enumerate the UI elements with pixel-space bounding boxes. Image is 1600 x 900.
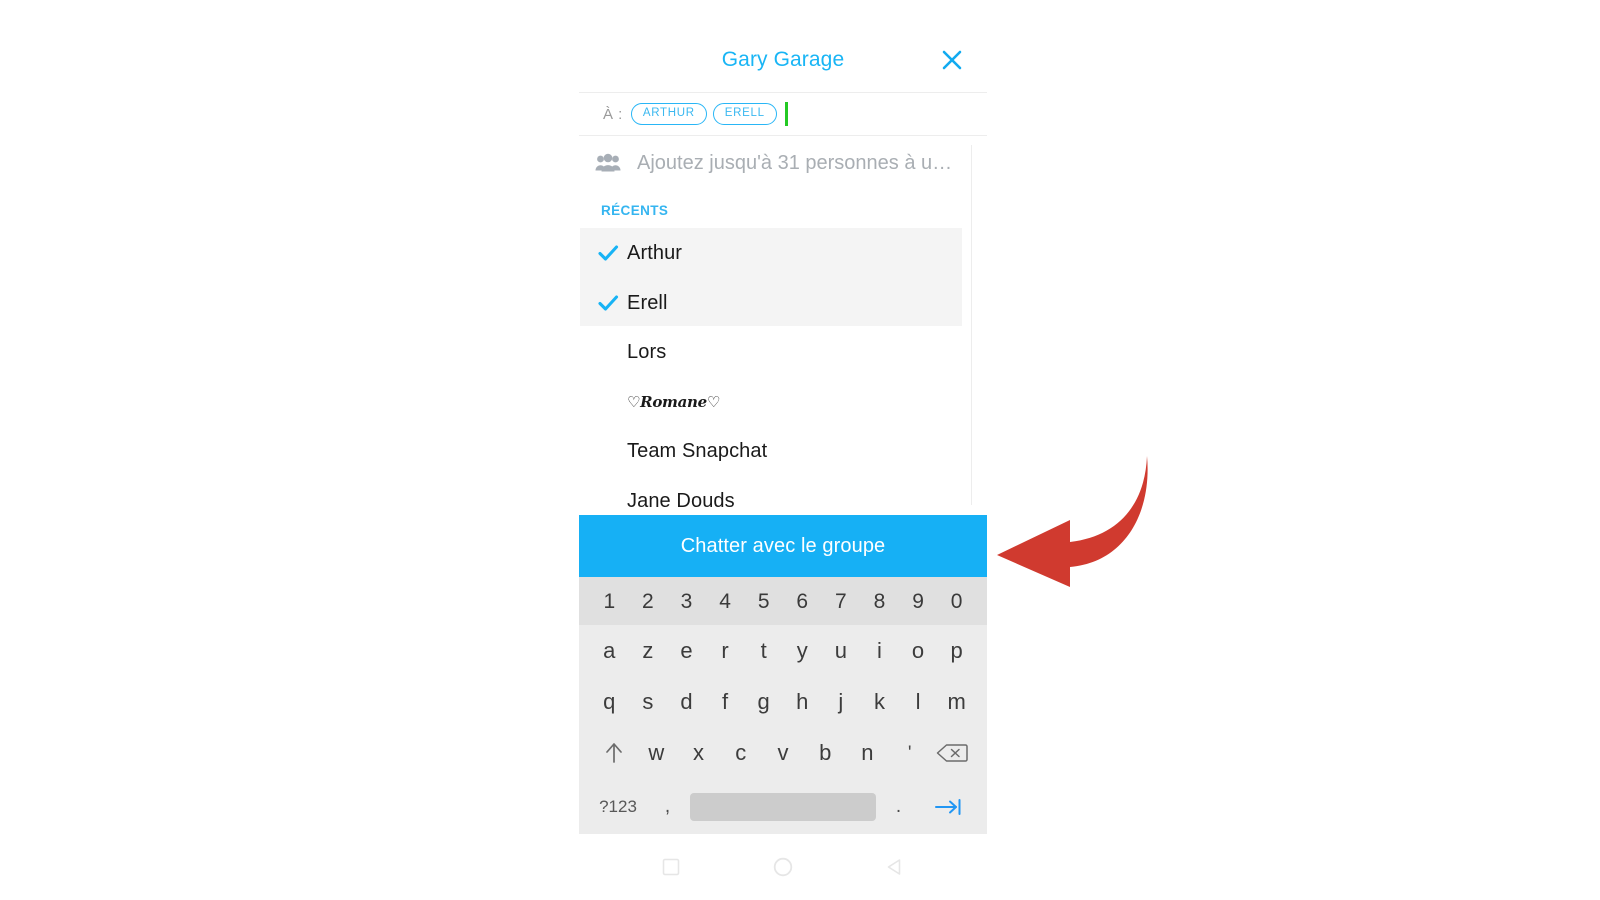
key-x[interactable]: x bbox=[677, 742, 719, 764]
key-comma[interactable]: , bbox=[647, 797, 689, 816]
key-9[interactable]: 9 bbox=[899, 591, 938, 612]
key-k[interactable]: k bbox=[860, 690, 899, 713]
shift-up-arrow-icon[interactable] bbox=[593, 741, 635, 765]
group-people-icon bbox=[595, 153, 621, 173]
recents-list: Arthur Erell Lors ♡Romane♡ Team Snapchat… bbox=[579, 228, 987, 518]
recipients-field[interactable]: À : ARTHUR ERELL bbox=[579, 92, 987, 136]
backspace-delete-icon[interactable] bbox=[931, 742, 973, 764]
on-screen-keyboard: 1 2 3 4 5 6 7 8 9 0 a z e r t y u i o p … bbox=[579, 577, 987, 834]
list-item-jane-douds[interactable]: Jane Douds bbox=[579, 476, 987, 518]
list-scrollbar[interactable] bbox=[971, 145, 972, 505]
chat-with-group-button[interactable]: Chatter avec le groupe bbox=[579, 515, 987, 577]
red-curved-left-arrow bbox=[992, 448, 1152, 588]
key-4[interactable]: 4 bbox=[706, 591, 745, 612]
key-p[interactable]: p bbox=[937, 639, 976, 662]
list-item-label: Erell bbox=[627, 291, 668, 314]
key-n[interactable]: n bbox=[846, 742, 888, 764]
keyboard-bottom-row: ?123 , . bbox=[579, 779, 987, 834]
key-m[interactable]: m bbox=[937, 690, 976, 713]
recipient-chip-erell[interactable]: ERELL bbox=[712, 102, 777, 126]
key-d[interactable]: d bbox=[667, 690, 706, 713]
key-3[interactable]: 3 bbox=[667, 591, 706, 612]
list-item-erell[interactable]: Erell bbox=[579, 278, 987, 328]
tab-enter-arrow-icon[interactable] bbox=[921, 796, 975, 818]
phone-screen: Gary Garage À : ARTHUR ERELL Ajoutez jus… bbox=[579, 0, 987, 900]
key-2[interactable]: 2 bbox=[629, 591, 668, 612]
key-q[interactable]: q bbox=[590, 690, 629, 713]
list-item-team-snapchat[interactable]: Team Snapchat bbox=[579, 426, 987, 476]
circle-home-icon[interactable] bbox=[770, 854, 796, 880]
keyboard-row-3: w x c v b n ' bbox=[579, 727, 987, 779]
list-item-label: Lors bbox=[627, 340, 667, 363]
keyboard-number-row: 1 2 3 4 5 6 7 8 9 0 bbox=[579, 577, 987, 625]
list-item-arthur[interactable]: Arthur bbox=[579, 228, 987, 278]
page-title: Gary Garage bbox=[721, 48, 845, 71]
add-people-hint-text: Ajoutez jusqu'à 31 personnes à u… bbox=[637, 151, 953, 174]
key-v[interactable]: v bbox=[762, 742, 804, 764]
key-l[interactable]: l bbox=[899, 690, 938, 713]
list-item-romane[interactable]: ♡Romane♡ bbox=[579, 377, 987, 427]
square-recents-icon[interactable] bbox=[658, 854, 684, 880]
key-y[interactable]: y bbox=[783, 639, 822, 662]
key-e[interactable]: e bbox=[667, 639, 706, 662]
key-t[interactable]: t bbox=[744, 639, 783, 662]
add-people-hint-row[interactable]: Ajoutez jusqu'à 31 personnes à u… bbox=[579, 137, 987, 189]
key-period[interactable]: . bbox=[878, 797, 920, 816]
close-x-icon[interactable] bbox=[937, 45, 967, 75]
key-o[interactable]: o bbox=[899, 639, 938, 662]
key-s[interactable]: s bbox=[629, 690, 668, 713]
list-item-label: ♡Romane♡ bbox=[627, 393, 721, 411]
key-7[interactable]: 7 bbox=[822, 591, 861, 612]
key-0[interactable]: 0 bbox=[937, 591, 976, 612]
list-item-label: Arthur bbox=[627, 241, 683, 264]
key-spacebar[interactable] bbox=[690, 792, 876, 821]
key-apostrophe[interactable]: ' bbox=[889, 744, 931, 763]
list-item-lors[interactable]: Lors bbox=[579, 327, 987, 377]
key-8[interactable]: 8 bbox=[860, 591, 899, 612]
triangle-back-icon[interactable] bbox=[882, 854, 908, 880]
checkmark-icon bbox=[597, 242, 619, 264]
key-b[interactable]: b bbox=[804, 742, 846, 764]
keyboard-row-2: q s d f g h j k l m bbox=[579, 676, 987, 727]
key-j[interactable]: j bbox=[822, 690, 861, 713]
keyboard-row-1: a z e r t y u i o p bbox=[579, 625, 987, 676]
screen-header: Gary Garage bbox=[579, 0, 987, 92]
key-1[interactable]: 1 bbox=[590, 591, 629, 612]
key-u[interactable]: u bbox=[822, 639, 861, 662]
key-h[interactable]: h bbox=[783, 690, 822, 713]
recents-section-label: RÉCENTS bbox=[601, 203, 669, 218]
key-i[interactable]: i bbox=[860, 639, 899, 662]
key-a[interactable]: a bbox=[590, 639, 629, 662]
key-r[interactable]: r bbox=[706, 639, 745, 662]
key-z[interactable]: z bbox=[629, 639, 668, 662]
key-symbols[interactable]: ?123 bbox=[591, 798, 645, 815]
key-g[interactable]: g bbox=[744, 690, 783, 713]
recipients-label: À : bbox=[603, 105, 623, 123]
key-w[interactable]: w bbox=[635, 742, 677, 764]
key-c[interactable]: c bbox=[720, 742, 762, 764]
recipient-chip-arthur[interactable]: ARTHUR bbox=[630, 102, 707, 126]
text-cursor bbox=[784, 102, 788, 126]
key-f[interactable]: f bbox=[706, 690, 745, 713]
list-item-label: Jane Douds bbox=[627, 489, 735, 512]
checkmark-icon bbox=[597, 292, 619, 314]
android-navigation-bar bbox=[579, 834, 987, 900]
list-item-label: Team Snapchat bbox=[627, 439, 768, 462]
key-5[interactable]: 5 bbox=[744, 591, 783, 612]
key-6[interactable]: 6 bbox=[783, 591, 822, 612]
